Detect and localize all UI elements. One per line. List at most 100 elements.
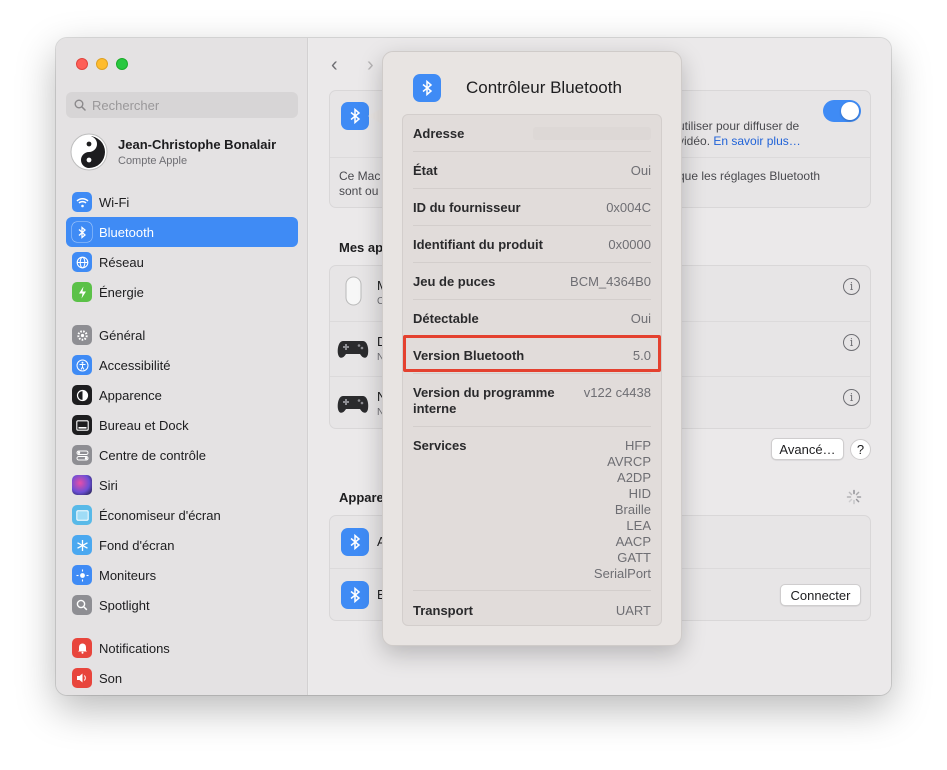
account-row[interactable]: Jean-Christophe Bonalair Compte Apple [70, 133, 276, 171]
screensaver-icon [72, 505, 92, 525]
wifi-icon [72, 192, 92, 212]
advanced-button[interactable]: Avancé… [771, 438, 844, 460]
sidebar-group-notifications: Notifications Son [66, 633, 298, 693]
sidebar-item-label: Réseau [99, 254, 144, 270]
account-subtitle: Compte Apple [118, 155, 188, 167]
service-item: SerialPort [593, 566, 651, 581]
sidebar-item-label: Wi-Fi [99, 194, 130, 210]
sidebar-item-bluetooth[interactable]: Bluetooth [66, 217, 298, 247]
service-item: GATT [617, 550, 651, 565]
info-value: BCM_4364B0 [570, 274, 651, 289]
sidebar-item-general[interactable]: Général [66, 320, 298, 350]
sidebar-item-wifi[interactable]: Wi-Fi [66, 187, 298, 217]
info-key: Détectable [413, 311, 479, 326]
info-row-firmware-version: Version du programme interne v122 c4438 [413, 385, 651, 417]
info-key: Identifiant du produit [413, 237, 543, 252]
info-key: Adresse [413, 126, 465, 141]
speaker-icon [72, 668, 92, 688]
service-item: A2DP [617, 470, 651, 485]
bt-note-left-line2: sont ou [339, 184, 379, 198]
sidebar-item-displays[interactable]: Moniteurs [66, 560, 298, 590]
sidebar-item-siri[interactable]: Siri [66, 470, 298, 500]
mouse-icon [345, 276, 362, 306]
info-value: 0x0000 [608, 237, 651, 252]
popover-header: Contrôleur Bluetooth [413, 74, 622, 102]
info-icon[interactable]: i [843, 334, 860, 351]
siri-icon [72, 475, 92, 495]
nearby-devices-title: Appare [339, 490, 384, 505]
sidebar-item-label: Apparence [99, 387, 162, 403]
appearance-icon [72, 385, 92, 405]
row-divider [413, 426, 651, 427]
my-devices-title: Mes ap [339, 240, 384, 255]
help-button[interactable]: ? [850, 439, 871, 460]
control-center-icon [72, 445, 92, 465]
sidebar-item-desktop-dock[interactable]: Bureau et Dock [66, 410, 298, 440]
learn-more-link[interactable]: En savoir plus… [713, 134, 800, 148]
service-item: HFP [625, 438, 651, 453]
row-divider [413, 299, 651, 300]
bluetooth-icon [341, 102, 369, 130]
bluetooth-icon [341, 581, 369, 609]
sidebar-item-label: Énergie [99, 284, 144, 300]
sidebar-item-label: Bureau et Dock [99, 417, 189, 433]
popover-title: Contrôleur Bluetooth [466, 78, 622, 97]
info-value: Oui [630, 311, 651, 326]
close-window-button[interactable] [76, 58, 88, 70]
sidebar-item-sound[interactable]: Son [66, 663, 298, 693]
redacted-address [533, 127, 651, 140]
sidebar-item-network[interactable]: Réseau [66, 247, 298, 277]
sidebar-item-accessibility[interactable]: Accessibilité [66, 350, 298, 380]
sidebar-group-general: Général Accessibilité Apparence Bureau e… [66, 320, 298, 620]
bt-note-left-line1: Ce Mac [339, 169, 381, 183]
sidebar-item-wallpaper[interactable]: Fond d'écran [66, 530, 298, 560]
row-divider [413, 151, 651, 152]
info-icon[interactable]: i [843, 389, 860, 406]
minimize-window-button[interactable] [96, 58, 108, 70]
gamepad-icon [337, 396, 369, 413]
row-divider [413, 373, 651, 374]
info-icon[interactable]: i [843, 278, 860, 295]
sidebar-item-label: Son [99, 670, 123, 686]
globe-icon [72, 252, 92, 272]
bluetooth-icon [413, 74, 441, 102]
info-key: Jeu de puces [413, 274, 496, 289]
bt-description-line2: vidéo. En savoir plus… [678, 134, 801, 149]
sidebar-item-notifications[interactable]: Notifications [66, 633, 298, 663]
window-controls [76, 58, 128, 70]
sidebar: Rechercher Jean-Christophe Bonalair Comp… [56, 38, 308, 695]
search-input[interactable]: Rechercher [66, 92, 298, 118]
bluetooth-icon [72, 222, 92, 242]
display-icon [72, 565, 92, 585]
sidebar-group-network: Wi-Fi Bluetooth Réseau Énergie [66, 187, 298, 307]
battery-icon [72, 282, 92, 302]
info-key: Version du programme interne [413, 385, 555, 417]
sidebar-item-label: Bluetooth [99, 224, 154, 240]
bt-description-text: vidéo. [678, 134, 711, 148]
info-key-line2: interne [413, 401, 457, 416]
forward-button[interactable]: › [367, 54, 374, 77]
gear-icon [72, 325, 92, 345]
bluetooth-toggle[interactable] [823, 100, 861, 122]
service-item: AVRCP [607, 454, 651, 469]
dock-icon [72, 415, 92, 435]
zoom-window-button[interactable] [116, 58, 128, 70]
account-name: Jean-Christophe Bonalair [118, 137, 277, 152]
row-divider [413, 188, 651, 189]
services-list: HFP AVRCP A2DP HID Braille LEA AACP GATT… [594, 438, 651, 582]
back-button[interactable]: ‹ [331, 54, 338, 77]
row-divider [413, 225, 651, 226]
sidebar-item-energy[interactable]: Énergie [66, 277, 298, 307]
version-highlight-box [403, 335, 661, 372]
accessibility-icon [72, 355, 92, 375]
sidebar-item-label: Centre de contrôle [99, 447, 206, 463]
connect-button[interactable]: Connecter [780, 584, 861, 606]
spotlight-icon [72, 595, 92, 615]
info-key: Transport [413, 603, 473, 618]
sidebar-item-control-center[interactable]: Centre de contrôle [66, 440, 298, 470]
sidebar-item-spotlight[interactable]: Spotlight [66, 590, 298, 620]
sidebar-item-appearance[interactable]: Apparence [66, 380, 298, 410]
sidebar-item-label: Siri [99, 477, 118, 493]
sidebar-item-label: Général [99, 327, 146, 343]
sidebar-item-screensaver[interactable]: Économiseur d'écran [66, 500, 298, 530]
